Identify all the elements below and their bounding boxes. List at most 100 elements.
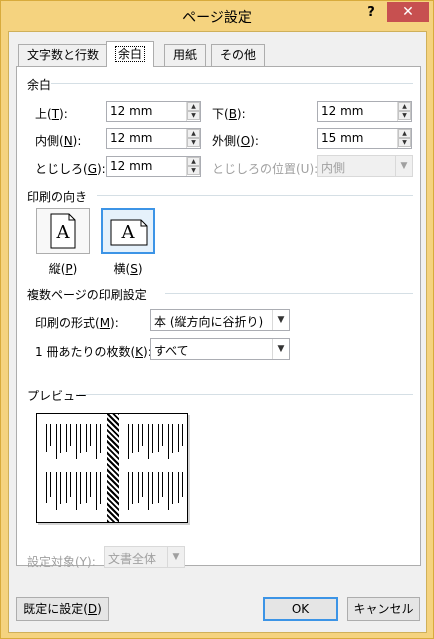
title-bar[interactable]: ページ設定 ? ✕ [1, 1, 433, 31]
preview-text-line [86, 472, 87, 503]
preview-text-line [100, 472, 101, 504]
cancel-button[interactable]: キャンセル [347, 597, 420, 621]
help-button[interactable]: ? [361, 3, 381, 23]
preview-text-line [172, 472, 173, 504]
sheets-per-booklet-value: すべて [154, 344, 189, 358]
outside-margin-spinbox[interactable]: 15 mm ▲ ▼ [317, 128, 412, 149]
chevron-down-icon: ▼ [395, 156, 412, 176]
spin-up-arrow-icon[interactable]: ▲ [398, 129, 411, 138]
portrait-button[interactable]: A [36, 208, 90, 254]
top-margin-value: 12 mm [110, 104, 153, 118]
preview-text-line [96, 424, 97, 459]
apply-to-dropdown[interactable]: 文書全体 ▼ [104, 546, 185, 568]
spin-down-arrow-icon[interactable]: ▼ [187, 138, 200, 147]
landscape-label: 横(S) [113, 262, 143, 276]
inside-margin-value: 12 mm [110, 131, 153, 145]
spin-down-arrow-icon[interactable]: ▼ [398, 138, 411, 147]
preview-text-line [132, 424, 133, 453]
preview-text-line [162, 472, 163, 497]
preview-text-line [90, 424, 91, 446]
print-format-label: 印刷の形式(M): [35, 316, 119, 330]
inside-margin-spinbox[interactable]: 12 mm ▲ ▼ [106, 128, 201, 149]
preview-text-line [128, 424, 129, 459]
preview-text-line [162, 424, 163, 446]
preview-text-line [128, 472, 129, 510]
sheets-per-booklet-label: 1 冊あたりの枚数(K): [35, 345, 152, 359]
print-format-value: 本 (縦方向に谷折り) [154, 315, 264, 329]
separator [51, 83, 413, 84]
bottom-margin-value: 12 mm [321, 104, 364, 118]
spin-up-arrow-icon[interactable]: ▲ [398, 102, 411, 111]
outside-margin-label: 外側(O): [212, 134, 259, 148]
gutter-value: 12 mm [110, 159, 153, 173]
close-button[interactable]: ✕ [387, 2, 429, 22]
preview-text-line [138, 424, 139, 452]
ok-button[interactable]: OK [263, 597, 338, 621]
preview-text-line [182, 424, 183, 446]
preview-text-line [60, 424, 61, 453]
preview-text-line [56, 472, 57, 510]
preview-image [36, 413, 188, 523]
preview-text-line [56, 424, 57, 459]
print-format-dropdown[interactable]: 本 (縦方向に谷折り) ▼ [150, 309, 290, 331]
tab-margins[interactable]: 余白 [106, 41, 155, 67]
preview-text-line [178, 472, 179, 503]
preview-text-line [60, 472, 61, 504]
preview-text-line [76, 472, 77, 510]
tab-other[interactable]: その他 [211, 44, 266, 66]
preview-text-line [50, 424, 51, 446]
preview-text-line [66, 472, 67, 503]
tab-paper[interactable]: 用紙 [164, 44, 207, 66]
set-as-default-button[interactable]: 既定に設定(D) [16, 597, 109, 621]
multiple-pages-group-title: 複数ページの印刷設定 [27, 288, 147, 302]
outside-margin-value: 15 mm [321, 131, 364, 145]
spin-down-arrow-icon[interactable]: ▼ [398, 111, 411, 120]
spin-up-arrow-icon[interactable]: ▲ [187, 129, 200, 138]
dialog-client-area: 文字数と行数 余白 用紙 その他 余白 上(T): 12 mm ▲ ▼ 下(B):… [8, 31, 427, 633]
landscape-button[interactable]: A [101, 208, 155, 254]
preview-left-page [43, 422, 103, 514]
spin-up-arrow-icon[interactable]: ▲ [187, 102, 200, 111]
preview-text-line [142, 472, 143, 497]
landscape-glyph: A [121, 222, 135, 243]
inside-margin-label: 内側(N): [35, 134, 82, 148]
bottom-margin-label: 下(B): [212, 107, 246, 121]
preview-text-line [138, 472, 139, 503]
tab-characters-and-lines[interactable]: 文字数と行数 [18, 44, 109, 66]
preview-text-line [50, 472, 51, 497]
bottom-margin-spinbox[interactable]: 12 mm ▲ ▼ [317, 101, 412, 122]
spin-up-arrow-icon[interactable]: ▲ [187, 157, 200, 166]
gutter-position-label: とじしろの位置(U): [212, 162, 319, 176]
tab-panel-margins: 余白 上(T): 12 mm ▲ ▼ 下(B): 12 mm ▲ ▼ 内側(N): … [16, 66, 421, 569]
gutter-position-dropdown[interactable]: 内側 ▼ [317, 155, 413, 177]
chevron-down-icon: ▼ [167, 547, 184, 567]
sheets-per-booklet-dropdown[interactable]: すべて ▼ [150, 338, 290, 360]
top-margin-spinbox[interactable]: 12 mm ▲ ▼ [106, 101, 201, 122]
spin-down-arrow-icon[interactable]: ▼ [187, 166, 200, 175]
orientation-group-title: 印刷の向き [27, 190, 88, 204]
preview-text-line [76, 424, 77, 459]
preview-text-line [70, 472, 71, 497]
preview-right-page [125, 422, 185, 514]
preview-text-line [178, 424, 179, 452]
spin-down-arrow-icon[interactable]: ▼ [187, 111, 200, 120]
gutter-spinbox[interactable]: 12 mm ▲ ▼ [106, 156, 201, 177]
gutter-position-value: 内側 [321, 161, 346, 175]
preview-text-line [182, 472, 183, 497]
separator [97, 195, 413, 196]
preview-text-line [168, 472, 169, 510]
apply-to-label: 設定対象(Y): [27, 555, 96, 569]
preview-text-line [152, 472, 153, 504]
preview-text-line [100, 424, 101, 453]
preview-text-line [172, 424, 173, 453]
preview-gutter [107, 414, 119, 522]
chevron-down-icon: ▼ [272, 339, 289, 359]
preview-text-line [90, 472, 91, 497]
preview-text-line [158, 472, 159, 503]
preview-text-line [80, 472, 81, 504]
preview-text-line [152, 424, 153, 453]
margins-group-title: 余白 [27, 78, 52, 92]
preview-text-line [142, 424, 143, 446]
preview-text-line [66, 424, 67, 452]
preview-text-line [96, 472, 97, 510]
